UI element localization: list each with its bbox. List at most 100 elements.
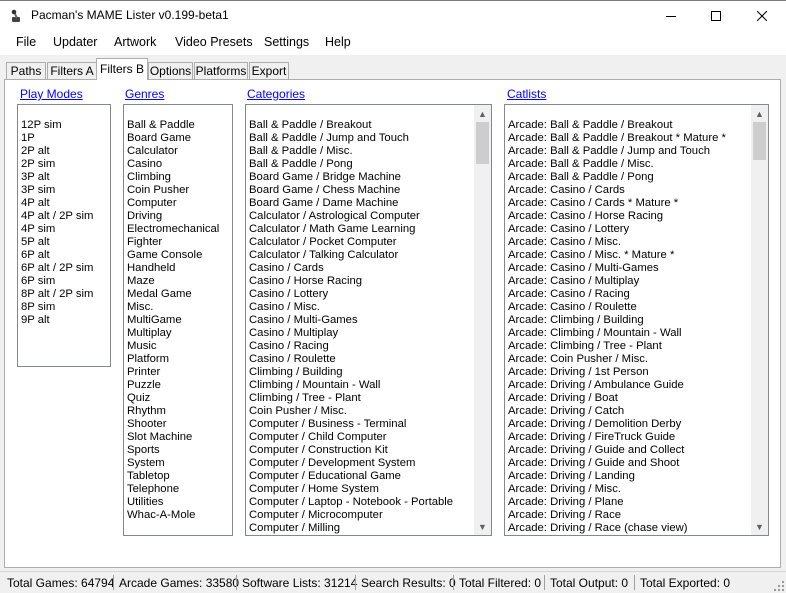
list-item[interactable]: Climbing	[127, 171, 219, 184]
list-item[interactable]: Casino / Cards	[249, 262, 453, 275]
list-item[interactable]: Arcade: Ball & Paddle / Pong	[508, 171, 726, 184]
genres-link[interactable]: Genres	[125, 87, 164, 101]
list-item[interactable]: 1P	[21, 132, 93, 145]
list-item[interactable]: Computer / Microcomputer	[249, 509, 453, 522]
list-item[interactable]: Driving	[127, 210, 219, 223]
list-item[interactable]: Medal Game	[127, 288, 219, 301]
list-item[interactable]: 6P alt / 2P sim	[21, 262, 93, 275]
list-item[interactable]: 2P alt	[21, 145, 93, 158]
list-item[interactable]: Puzzle	[127, 379, 219, 392]
list-item[interactable]: 6P sim	[21, 275, 93, 288]
catlists-list[interactable]: Arcade: Ball & Paddle / Breakout Arcade: …	[504, 104, 769, 536]
menu-help[interactable]: Help	[325, 35, 351, 49]
list-item[interactable]: Casino / Multi-Games	[249, 314, 453, 327]
list-item[interactable]: Fighter	[127, 236, 219, 249]
menu-artwork[interactable]: Artwork	[114, 35, 156, 49]
list-item[interactable]: 6P alt	[21, 249, 93, 262]
list-item[interactable]: Arcade: Driving / FireTruck Guide	[508, 431, 726, 444]
list-item[interactable]: Multiplay	[127, 327, 219, 340]
list-item[interactable]: Arcade: Casino / Multiplay	[508, 275, 726, 288]
menu-file[interactable]: File	[16, 35, 36, 49]
catlists-scrollbar[interactable]: ▲ ▼	[751, 105, 768, 535]
list-item[interactable]: MultiGame	[127, 314, 219, 327]
list-item[interactable]: 5P alt	[21, 236, 93, 249]
list-item[interactable]: Climbing / Building	[249, 366, 453, 379]
tab-export[interactable]: Export	[249, 62, 289, 79]
list-item[interactable]: Arcade: Casino / Cards * Mature *	[508, 197, 726, 210]
list-item[interactable]: Computer / Educational Game	[249, 470, 453, 483]
list-item[interactable]: Calculator	[127, 145, 219, 158]
list-item[interactable]: Platform	[127, 353, 219, 366]
catlists-scroll-thumb[interactable]	[753, 122, 766, 160]
list-item[interactable]: Telephone	[127, 483, 219, 496]
tab-paths[interactable]: Paths	[6, 62, 46, 79]
list-item[interactable]: Arcade: Driving / Misc.	[508, 483, 726, 496]
list-item[interactable]: 9P alt	[21, 314, 93, 327]
resize-grip-icon[interactable]	[774, 581, 784, 591]
list-item[interactable]: Board Game	[127, 132, 219, 145]
list-item[interactable]: Computer / Milling	[249, 522, 453, 535]
list-item[interactable]: 8P sim	[21, 301, 93, 314]
catlists-link[interactable]: Catlists	[507, 87, 546, 101]
menu-updater[interactable]: Updater	[53, 35, 97, 49]
list-item[interactable]: Rhythm	[127, 405, 219, 418]
list-item[interactable]: Arcade: Driving / Race (chase view)	[508, 522, 726, 535]
list-item[interactable]: Board Game / Dame Machine	[249, 197, 453, 210]
list-item[interactable]: Casino / Roulette	[249, 353, 453, 366]
list-item[interactable]: Arcade: Climbing / Building	[508, 314, 726, 327]
list-item[interactable]: 8P alt / 2P sim	[21, 288, 93, 301]
chevron-down-icon[interactable]: ▼	[751, 518, 768, 535]
list-item[interactable]: Tabletop	[127, 470, 219, 483]
list-item[interactable]: Computer / Child Computer	[249, 431, 453, 444]
list-item[interactable]: 4P sim	[21, 223, 93, 236]
list-item[interactable]: Maze	[127, 275, 219, 288]
list-item[interactable]: Music	[127, 340, 219, 353]
categories-scrollbar[interactable]: ▲ ▼	[474, 105, 491, 535]
list-item[interactable]: 4P alt / 2P sim	[21, 210, 93, 223]
list-item[interactable]: Ball & Paddle / Pong	[249, 158, 453, 171]
list-item[interactable]: Ball & Paddle / Breakout	[249, 119, 453, 132]
list-item[interactable]: Shooter	[127, 418, 219, 431]
list-item[interactable]: Computer / Construction Kit	[249, 444, 453, 457]
list-item[interactable]: Computer	[127, 197, 219, 210]
list-item[interactable]: Calculator / Talking Calculator	[249, 249, 453, 262]
list-item[interactable]: Arcade: Ball & Paddle / Breakout * Matur…	[508, 132, 726, 145]
list-item[interactable]: Arcade: Driving / Plane	[508, 496, 726, 509]
list-item[interactable]: Game Console	[127, 249, 219, 262]
list-item[interactable]: Arcade: Driving / Demolition Derby	[508, 418, 726, 431]
list-item[interactable]: Arcade: Casino / Racing	[508, 288, 726, 301]
list-item[interactable]: Arcade: Casino / Misc.	[508, 236, 726, 249]
list-item[interactable]: Ball & Paddle / Misc.	[249, 145, 453, 158]
list-item[interactable]: Misc.	[127, 301, 219, 314]
list-item[interactable]: Computer / Home System	[249, 483, 453, 496]
chevron-down-icon[interactable]: ▼	[474, 518, 491, 535]
list-item[interactable]: Coin Pusher / Misc.	[249, 405, 453, 418]
list-item[interactable]: 3P sim	[21, 184, 93, 197]
list-item[interactable]: Arcade: Casino / Horse Racing	[508, 210, 726, 223]
close-button[interactable]	[739, 1, 785, 31]
list-item[interactable]: 12P sim	[21, 119, 93, 132]
list-item[interactable]: 2P sim	[21, 158, 93, 171]
list-item[interactable]: Whac-A-Mole	[127, 509, 219, 522]
list-item[interactable]: Casino / Horse Racing	[249, 275, 453, 288]
list-item[interactable]: Arcade: Driving / Catch	[508, 405, 726, 418]
list-item[interactable]: Casino	[127, 158, 219, 171]
list-item[interactable]: Quiz	[127, 392, 219, 405]
list-item[interactable]: Arcade: Climbing / Tree - Plant	[508, 340, 726, 353]
list-item[interactable]: Arcade: Ball & Paddle / Jump and Touch	[508, 145, 726, 158]
list-item[interactable]: Board Game / Bridge Machine	[249, 171, 453, 184]
menu-video-presets[interactable]: Video Presets	[175, 35, 253, 49]
list-item[interactable]: 3P alt	[21, 171, 93, 184]
list-item[interactable]: Arcade: Driving / Landing	[508, 470, 726, 483]
list-item[interactable]: Arcade: Coin Pusher / Misc.	[508, 353, 726, 366]
tab-options[interactable]: Options	[148, 62, 193, 79]
list-item[interactable]: Board Game / Chess Machine	[249, 184, 453, 197]
genres-list[interactable]: Ball & Paddle Board Game Calculator Casino C…	[123, 104, 233, 536]
list-item[interactable]: Climbing / Tree - Plant	[249, 392, 453, 405]
categories-scroll-thumb[interactable]	[476, 122, 489, 164]
list-item[interactable]: Climbing / Mountain - Wall	[249, 379, 453, 392]
list-item[interactable]: Arcade: Driving / Guide and Shoot	[508, 457, 726, 470]
list-item[interactable]: Coin Pusher	[127, 184, 219, 197]
list-item[interactable]: Casino / Multiplay	[249, 327, 453, 340]
list-item[interactable]: Arcade: Ball & Paddle / Breakout	[508, 119, 726, 132]
